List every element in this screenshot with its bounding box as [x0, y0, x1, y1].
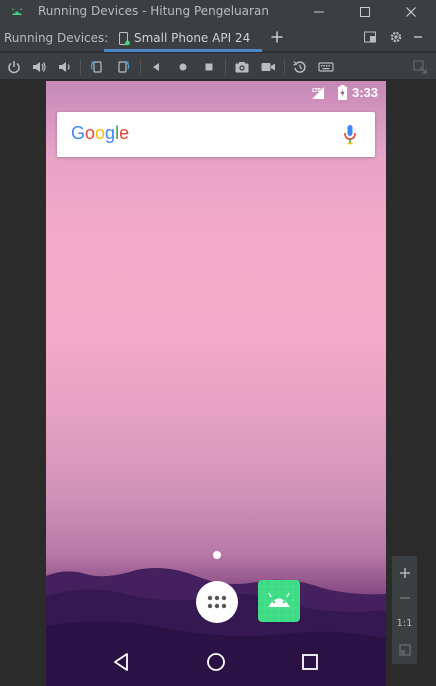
camera-icon[interactable]	[234, 59, 250, 75]
reset-icon[interactable]	[292, 59, 308, 75]
app-drawer-icon	[207, 595, 227, 609]
zoom-in-button[interactable]	[396, 564, 413, 581]
status-time: 3:33	[351, 85, 378, 100]
google-logo-letter: g	[105, 123, 116, 143]
volume-down-icon[interactable]	[56, 59, 72, 75]
android-studio-icon	[10, 5, 24, 19]
pop-out-icon[interactable]	[412, 59, 428, 75]
android-robot-icon	[258, 580, 300, 622]
fit-screen-icon	[399, 644, 410, 655]
layout-icon[interactable]	[363, 29, 377, 43]
lte-signal-icon: LTE	[311, 85, 325, 99]
home-circle-icon	[207, 653, 225, 671]
app-icon-hitung-pengeluaran[interactable]	[258, 580, 300, 622]
rotate-right-icon[interactable]	[115, 59, 131, 75]
nav-overview-button[interactable]	[299, 651, 321, 673]
maximize-button[interactable]	[342, 0, 388, 24]
window-title: Running Devices - Hitung Pengeluaran	[38, 4, 269, 18]
running-devices-label: Running Devices:	[4, 31, 109, 45]
google-logo-letter: G	[71, 123, 86, 143]
google-logo-letter: o	[95, 123, 106, 143]
plus-icon	[399, 567, 410, 578]
phone-device-icon	[118, 31, 130, 46]
zoom-actual-size-button[interactable]: 1:1	[396, 615, 413, 632]
device-toolbar	[0, 53, 436, 80]
minimize-panel-icon[interactable]	[411, 29, 425, 43]
maximize-icon	[360, 7, 370, 17]
zoom-out-button[interactable]	[396, 589, 413, 606]
volume-up-icon[interactable]	[31, 59, 47, 75]
overview-square-icon	[302, 654, 318, 670]
battery-charging-icon	[338, 85, 347, 100]
active-tab-indicator	[104, 49, 262, 52]
android-navigation-bar	[46, 638, 386, 686]
google-logo-letter: e	[119, 123, 130, 143]
add-device-icon[interactable]	[270, 29, 284, 43]
status-bar: LTE 3:33	[46, 81, 386, 105]
power-icon[interactable]	[6, 59, 22, 75]
minimize-icon	[314, 11, 324, 13]
home-icon[interactable]	[175, 59, 191, 75]
rotate-left-icon[interactable]	[89, 59, 105, 75]
tab-label: Small Phone API 24	[134, 31, 251, 45]
google-logo: Google	[71, 123, 129, 144]
nav-back-button[interactable]	[111, 651, 133, 673]
overview-icon[interactable]	[201, 59, 217, 75]
zoom-controls: 1:1	[392, 556, 417, 664]
svg-text:LTE: LTE	[312, 88, 322, 94]
minus-icon	[399, 596, 410, 599]
device-screen[interactable]: LTE 3:33 Google	[46, 81, 386, 686]
back-triangle-icon	[114, 653, 128, 671]
keyboard-icon[interactable]	[318, 59, 334, 75]
zoom-fit-button[interactable]	[396, 641, 413, 658]
close-icon	[406, 7, 416, 17]
close-button[interactable]	[388, 0, 434, 24]
window-titlebar: Running Devices - Hitung Pengeluaran	[0, 0, 436, 24]
back-icon[interactable]	[148, 59, 164, 75]
minimize-button[interactable]	[296, 0, 342, 24]
record-video-icon[interactable]	[260, 59, 276, 75]
google-search-widget[interactable]: Google	[57, 112, 375, 157]
microphone-icon[interactable]	[343, 124, 357, 146]
nav-home-button[interactable]	[205, 651, 227, 673]
all-apps-button[interactable]	[196, 581, 238, 623]
page-indicator-dot	[213, 551, 221, 559]
google-logo-letter: o	[85, 123, 96, 143]
tab-small-phone-api-24[interactable]: Small Phone API 24	[104, 24, 262, 52]
gear-icon[interactable]	[389, 29, 403, 43]
